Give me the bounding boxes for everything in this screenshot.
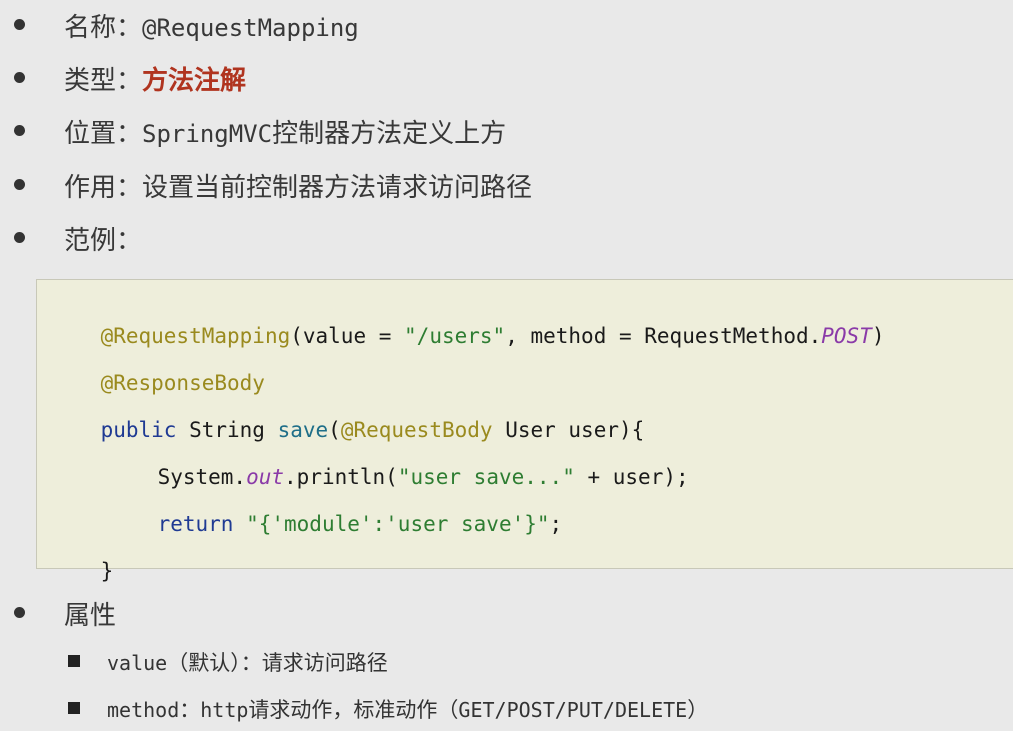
bullet-dot bbox=[14, 19, 25, 30]
bullet-dot bbox=[14, 607, 25, 618]
code-constant: POST bbox=[821, 324, 872, 348]
attr-method-text: ） bbox=[687, 698, 709, 722]
purpose-value: 设置当前控制器方法请求访问路径 bbox=[142, 173, 533, 203]
code-text: System. bbox=[157, 465, 247, 489]
attr-method-verbs: GET/POST/PUT/DELETE bbox=[458, 698, 688, 722]
code-text: } bbox=[100, 559, 114, 583]
bullet-dot bbox=[14, 232, 25, 243]
code-string: "{'module':'user save'}" bbox=[246, 512, 550, 536]
name-value: @RequestMapping bbox=[142, 14, 359, 42]
type-label: 类型： bbox=[64, 66, 143, 96]
code-text: String bbox=[176, 418, 278, 442]
attribute-value-item: value（默认）：请求访问路径 bbox=[0, 645, 1013, 679]
code-block: @RequestMapping(value = "/users", method… bbox=[36, 279, 1013, 583]
code-method-name: save bbox=[277, 418, 329, 442]
example-label: 范例： bbox=[64, 226, 143, 256]
code-text: .println( bbox=[284, 465, 398, 489]
attr-method-text: 请求动作，标准动作（ bbox=[248, 698, 459, 722]
position-value-mono: SpringMVC bbox=[142, 120, 273, 148]
code-keyword: public bbox=[100, 418, 177, 442]
code-field: out bbox=[246, 465, 285, 489]
attr-method-mono: http bbox=[200, 698, 249, 722]
name-label: 名称： bbox=[64, 13, 143, 43]
purpose-label: 作用： bbox=[64, 173, 143, 203]
attr-value-name: value bbox=[107, 651, 168, 675]
bullet-dot bbox=[14, 179, 25, 190]
type-value: 方法注解 bbox=[142, 66, 247, 96]
code-keyword: return bbox=[157, 512, 234, 536]
code-text: ) bbox=[871, 324, 885, 348]
square-bullet bbox=[68, 702, 80, 714]
code-string: "user save..." bbox=[397, 465, 575, 489]
position-label: 位置： bbox=[64, 119, 143, 149]
bullet-dot bbox=[14, 125, 25, 136]
code-line-5: return "{'module':'user save'}"; bbox=[107, 488, 563, 560]
code-text: ( bbox=[328, 418, 341, 442]
code-annotation: @RequestBody bbox=[340, 418, 493, 442]
code-annotation: @RequestMapping bbox=[100, 324, 291, 348]
square-bullet bbox=[68, 655, 80, 667]
attr-value-desc: （默认）：请求访问路径 bbox=[167, 651, 388, 675]
attributes-label: 属性 bbox=[64, 601, 117, 631]
code-text: (value = bbox=[290, 324, 405, 348]
attribute-method-item: method：http请求动作，标准动作（GET/POST/PUT/DELETE… bbox=[0, 692, 1013, 726]
position-value-rest: 控制器方法定义上方 bbox=[272, 119, 507, 149]
code-text: , method = RequestMethod. bbox=[505, 324, 822, 348]
code-string: "/users" bbox=[404, 324, 506, 348]
bullet-dot bbox=[14, 72, 25, 83]
attr-method-text: ： bbox=[179, 698, 201, 722]
code-text: ; bbox=[549, 512, 563, 536]
code-text: + user); bbox=[574, 465, 689, 489]
code-annotation: @ResponseBody bbox=[100, 371, 265, 395]
code-text: User user){ bbox=[492, 418, 645, 442]
attr-method-name: method bbox=[107, 698, 180, 722]
